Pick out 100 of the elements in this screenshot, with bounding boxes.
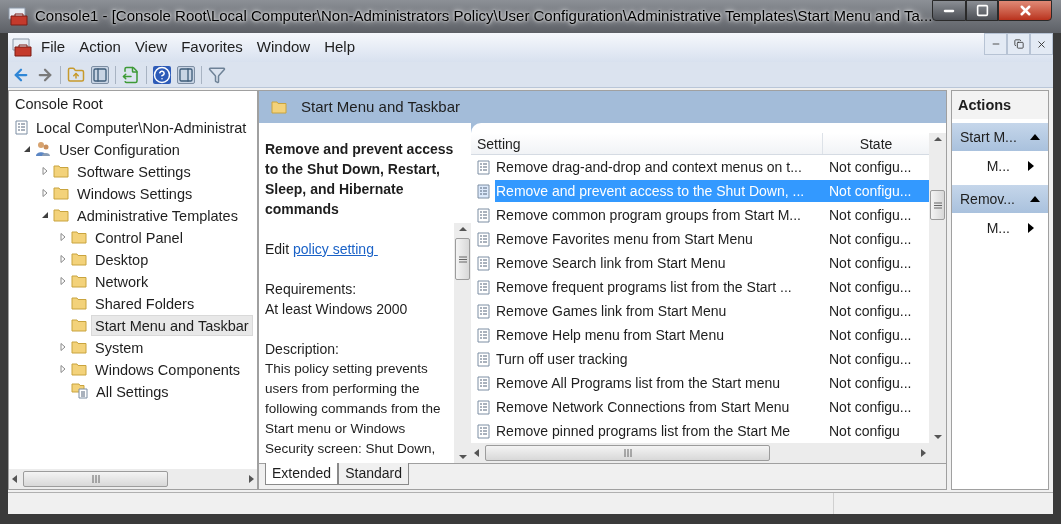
menu-item[interactable]: Action [72, 36, 128, 59]
minimize-button[interactable] [932, 0, 967, 21]
view-tab[interactable]: Extended [265, 463, 339, 485]
collapse-arrow-icon[interactable] [41, 211, 49, 219]
tree-item[interactable]: Desktop [91, 248, 153, 270]
setting-cell-text: Remove Games link from Start Menu [495, 301, 728, 321]
table-row[interactable]: Turn off user tracking Not configu... [495, 348, 929, 370]
close-button[interactable] [998, 0, 1053, 21]
policy-icon [476, 399, 490, 415]
tree-item[interactable]: All Settings [92, 380, 173, 402]
scroll-left-icon[interactable] [473, 449, 481, 457]
policy-icon [476, 231, 490, 247]
vertical-scrollbar[interactable] [454, 223, 471, 463]
table-row[interactable]: Remove frequent programs list from the Start ... Not configu... [495, 276, 929, 298]
scroll-icon [15, 119, 28, 135]
scroll-right-icon[interactable] [247, 475, 255, 483]
more-submenu-entry[interactable]: M... [952, 151, 1048, 181]
scroll-down-icon[interactable] [933, 434, 942, 440]
menu-item[interactable]: Window [249, 36, 318, 59]
expand-arrow-icon[interactable] [59, 233, 67, 241]
expand-arrow-icon[interactable] [59, 277, 67, 285]
scrollbar-thumb[interactable] [485, 445, 770, 461]
scrollbar-thumb[interactable] [455, 238, 470, 280]
scrollbar-thumb[interactable] [23, 471, 168, 487]
folder-icon [71, 340, 87, 354]
column-header[interactable]: Setting [471, 133, 823, 154]
menu-item[interactable]: View [127, 36, 175, 59]
table-row[interactable]: Remove Favorites menu from Start Menu Not configu... [495, 228, 929, 250]
scrollbar-thumb[interactable] [930, 190, 945, 220]
help-icon[interactable] [153, 65, 171, 84]
window-title: Console1 - [Console Root\Local Computer\Non-Administrators Policy\User Configuration\Administrative Templates\Start Menu and Ta... [35, 6, 933, 27]
grip-icon [91, 475, 100, 483]
setting-cell-text: Remove Network Connections from Start Menu [495, 397, 791, 417]
table-row[interactable]: Remove Network Connections from Start Menu Not configu... [495, 396, 929, 418]
tree-item[interactable]: Windows Settings [73, 182, 197, 204]
grip-icon [933, 201, 942, 209]
action-group-header[interactable]: Start M... [952, 123, 1048, 151]
table-row[interactable]: Remove Search link from Start Menu Not configu... [495, 252, 929, 274]
setting-cell-text: Remove All Programs list from the Start menu [495, 373, 781, 393]
action-group-header[interactable]: Remov... [952, 185, 1048, 213]
tree-item[interactable]: User Configuration [55, 138, 184, 160]
table-row[interactable]: Remove Help menu from Start Menu Not configu... [495, 324, 929, 346]
scroll-down-icon[interactable] [458, 454, 467, 460]
policy-setting-link[interactable]: policy setting [293, 241, 378, 257]
column-header[interactable]: State [823, 133, 929, 154]
folder-icon [53, 208, 69, 222]
menu-item[interactable]: Favorites [174, 36, 250, 59]
setting-cell-text: Remove common program groups from Start M... [495, 205, 802, 225]
folder-icon [71, 296, 87, 310]
more-submenu-entry[interactable]: M... [952, 213, 1048, 243]
tree-item[interactable]: Control Panel [91, 226, 187, 248]
expand-arrow-icon[interactable] [41, 167, 49, 175]
folder-icon [271, 100, 287, 114]
action-pane-icon[interactable] [177, 65, 195, 84]
scroll-up-icon[interactable] [458, 226, 467, 232]
tree-item[interactable]: Network [91, 270, 153, 292]
table-row[interactable]: Remove All Programs list from the Start menu Not configu... [495, 372, 929, 394]
export-list-icon[interactable] [122, 65, 140, 84]
tree-item[interactable]: System [91, 336, 148, 358]
scroll-left-icon[interactable] [11, 475, 19, 483]
console-icon [12, 37, 34, 58]
scroll-up-icon[interactable] [933, 136, 942, 142]
close-icon [1036, 38, 1047, 50]
policy-icon [476, 207, 490, 223]
description-text: This policy setting prevents users from performing the following commands from the Start menu or Windows Security screen: Shut Down, [265, 360, 442, 458]
tree-item[interactable]: Local Computer\Non-Administrat [32, 116, 251, 138]
folder-icon [53, 164, 69, 178]
vertical-scrollbar[interactable] [929, 133, 946, 443]
tree-root[interactable]: Console Root [15, 94, 103, 116]
maximize-button[interactable] [966, 0, 999, 21]
requirements-label: Requirements: [265, 280, 358, 299]
menu-item[interactable]: File [34, 36, 73, 59]
tree-item[interactable]: Windows Components [91, 358, 245, 380]
grip-icon [458, 255, 467, 263]
filter-icon[interactable] [208, 65, 226, 84]
state-cell-text: Not configu... [828, 325, 912, 345]
folder-icon [71, 252, 87, 266]
expand-arrow-icon[interactable] [59, 365, 67, 373]
horizontal-scrollbar[interactable] [9, 469, 257, 489]
tree-item[interactable]: Shared Folders [91, 292, 199, 314]
expand-arrow-icon[interactable] [41, 189, 49, 197]
expand-arrow-icon[interactable] [59, 255, 67, 263]
table-row[interactable]: Remove Games link from Start Menu Not configu... [495, 300, 929, 322]
folder-icon [71, 318, 87, 332]
view-tab[interactable]: Standard [338, 463, 409, 485]
collapse-icon [1030, 196, 1040, 202]
scroll-right-icon[interactable] [919, 449, 927, 457]
table-row[interactable]: Remove common program groups from Start M... Not configu... [495, 204, 929, 226]
restore-button[interactable] [1007, 33, 1030, 55]
table-row[interactable]: Remove drag-and-drop and context menus on t... Not configu... [495, 156, 929, 178]
menu-item[interactable]: Help [317, 36, 363, 59]
expand-arrow-icon[interactable] [59, 343, 67, 351]
show-tree-icon[interactable] [91, 65, 109, 84]
collapse-arrow-icon[interactable] [23, 145, 31, 153]
tree-item[interactable]: Software Settings [73, 160, 195, 182]
tree-item[interactable]: Administrative Templates [73, 204, 242, 226]
tree-item[interactable]: Start Menu and Taskbar [91, 314, 253, 336]
table-row[interactable]: Remove pinned programs list from the Start Me Not configu [495, 420, 929, 442]
folder-up-icon[interactable] [67, 65, 85, 84]
state-cell-text: Not configu... [828, 373, 912, 393]
